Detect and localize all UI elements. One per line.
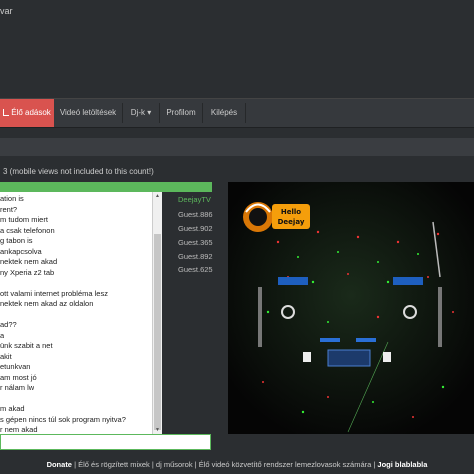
chat-line: m akad xyxy=(0,404,25,413)
hello-deejay-logo: Hello Deejay xyxy=(243,202,310,232)
nav-video-downloads[interactable]: Videó letöltések xyxy=(54,99,122,127)
chat-message-input[interactable] xyxy=(0,434,211,450)
user-list-item[interactable]: Guest.625 xyxy=(178,265,213,274)
logo-text-hello: Hello xyxy=(281,208,301,216)
chat-line: ation is xyxy=(0,194,24,203)
chat-line: etunkvan xyxy=(0,362,31,371)
chat-line: ott valami internet probléma lesz xyxy=(0,288,108,298)
chat-line: ünk szabit a net xyxy=(0,341,53,350)
nav-logout[interactable]: Kilépés xyxy=(203,99,245,127)
chat-line: m tudom miert xyxy=(0,215,48,224)
chat-line: ad?? xyxy=(0,320,17,329)
scroll-up-arrow-icon[interactable]: ▲ xyxy=(155,193,160,199)
chat-line: am most jó xyxy=(0,372,37,382)
chat-header-bar xyxy=(0,182,212,192)
nav-djs-dropdown[interactable]: Dj-k ▾ xyxy=(123,99,159,127)
nav-profile[interactable]: Profilom xyxy=(160,99,202,127)
chat-line: a xyxy=(0,330,5,340)
chat-line: ankapcsolva xyxy=(0,246,42,256)
chat-line: a csak telefonon xyxy=(0,225,55,235)
user-list-item[interactable]: Guest.902 xyxy=(178,224,213,233)
footer-legal-link[interactable]: Jogi blablabla xyxy=(377,460,427,469)
scroll-down-arrow-icon[interactable]: ▼ xyxy=(155,427,160,433)
chat-line: s gépen nincs túl sok program nyitva? xyxy=(0,414,126,424)
brand-text: var xyxy=(0,6,13,16)
live-video-player[interactable]: Hello Deejay xyxy=(228,182,474,434)
chat-line: nektek nem akad az oldalon xyxy=(0,299,94,308)
chat-line: r nálam lw xyxy=(0,383,35,392)
chat-line: rent? xyxy=(0,204,18,214)
scrollbar-thumb[interactable] xyxy=(154,234,161,430)
user-list: DeejayTV Guest.886 Guest.902 Guest.365 G… xyxy=(162,192,213,434)
user-list-item[interactable]: Guest.886 xyxy=(178,210,213,219)
nav-live-label: Élő adások xyxy=(11,108,51,117)
user-list-item[interactable]: Guest.892 xyxy=(178,252,213,261)
viewer-count-info: 3 (mobile views not included to this cou… xyxy=(3,167,154,176)
user-list-item[interactable]: Guest.365 xyxy=(178,238,213,247)
chat-line: ny Xperia z2 tab xyxy=(0,267,55,277)
main-navbar: Élő adások Videó letöltések Dj-k ▾ Profi… xyxy=(0,98,474,128)
user-list-item[interactable]: DeejayTV xyxy=(178,195,211,204)
video-frame: Hello Deejay xyxy=(228,182,474,434)
nav-divider xyxy=(245,103,246,123)
chat-line: akit xyxy=(0,351,12,361)
footer-donate-link[interactable]: Donate xyxy=(47,460,72,469)
nav-live-broadcasts[interactable]: Élő adások xyxy=(0,99,54,127)
signal-icon xyxy=(3,109,10,116)
chat-messages[interactable]: ation is rent? m tudom miert a csak tele… xyxy=(0,192,163,434)
top-header: var xyxy=(0,0,474,98)
page-footer: Donate | Élő és rögzített mixek | dj műs… xyxy=(0,460,474,469)
footer-links-text: | Élő és rögzített mixek | dj műsorok | … xyxy=(71,460,378,469)
logo-text-deejay: Deejay xyxy=(278,218,305,226)
chat-line: g tabon is xyxy=(0,236,33,245)
chat-line: nektek nem akad xyxy=(0,257,58,266)
section-band xyxy=(0,138,474,156)
